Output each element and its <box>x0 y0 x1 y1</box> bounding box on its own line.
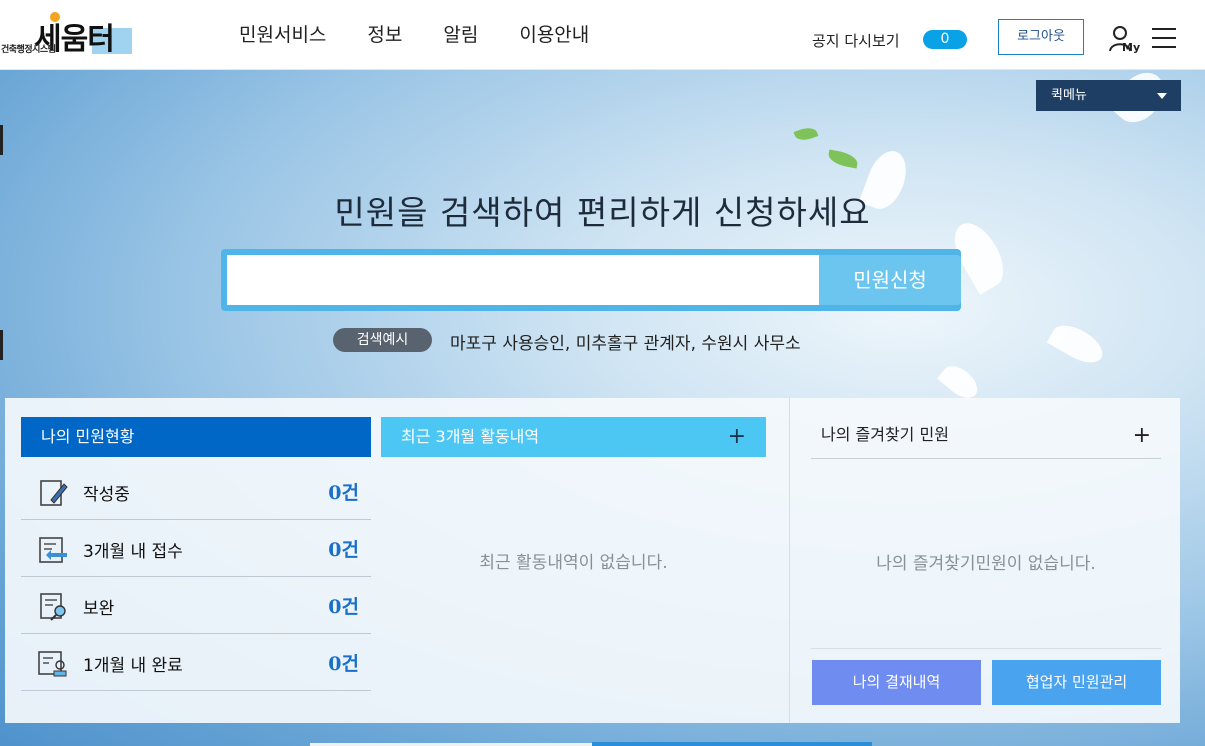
logout-button[interactable]: 로그아웃 <box>998 19 1084 55</box>
pencil-document-icon <box>40 480 68 506</box>
document-arrow-icon <box>39 537 67 563</box>
edge-marker <box>0 125 3 155</box>
status-label: 1개월 내 완료 <box>83 656 183 676</box>
logo-subtitle: 건축행정시스템 <box>1 45 56 55</box>
search-bar: 민원신청 <box>221 249 961 311</box>
favorites-title: 나의 즐겨찾기 민원 <box>821 425 949 444</box>
status-label: 3개월 내 접수 <box>83 542 183 562</box>
my-status-header: 나의 민원현황 <box>21 417 371 457</box>
recent-activity-empty: 최근 활동내역이 없습니다. <box>479 553 668 573</box>
search-example-text[interactable]: 마포구 사용승인, 미추홀구 관계자, 수원시 사무소 <box>450 329 801 354</box>
my-label: My <box>1122 41 1140 54</box>
search-input[interactable] <box>227 255 819 305</box>
nav-notice[interactable]: 알림 <box>443 20 478 47</box>
recent-activity-title: 최근 3개월 활동내역 <box>401 427 540 446</box>
quick-menu-label: 퀵메뉴 <box>1051 88 1087 103</box>
status-row-completed[interactable]: 1개월 내 완료 0건 <box>21 633 371 691</box>
favorites-empty: 나의 즐겨찾기민원이 없습니다. <box>876 554 1096 574</box>
certificate-stamp-icon <box>38 651 67 677</box>
main-nav: 민원서비스 정보 알림 이용안내 <box>239 20 589 47</box>
apply-civil-button[interactable]: 민원신청 <box>819 255 961 305</box>
nav-guide[interactable]: 이용안내 <box>519 20 589 47</box>
document-search-icon <box>40 593 66 621</box>
header: 세움터 건축행정시스템 민원서비스 정보 알림 이용안내 공지 다시보기 0 로… <box>0 0 1205 70</box>
status-count: 0건 <box>328 596 359 618</box>
notice-replay-label[interactable]: 공지 다시보기 <box>812 30 900 51</box>
status-row-received[interactable]: 3개월 내 접수 0건 <box>21 519 371 577</box>
column-divider <box>789 398 790 723</box>
search-example-tag: 검색예시 <box>333 328 432 352</box>
collaborator-management-button[interactable]: 협업자 민원관리 <box>992 660 1161 705</box>
status-label: 작성중 <box>83 485 130 505</box>
status-count: 0건 <box>328 482 359 504</box>
nav-civil-service[interactable]: 민원서비스 <box>239 20 326 47</box>
bottom-strip-active <box>592 742 872 746</box>
recent-activity-header: 최근 3개월 활동내역 + <box>381 417 766 457</box>
status-count: 0건 <box>328 539 359 561</box>
leaf-decoration <box>827 149 859 169</box>
hamburger-menu-icon[interactable] <box>1152 28 1176 48</box>
seumteo-logo[interactable]: 세움터 건축행정시스템 <box>0 12 140 58</box>
status-row-supplement[interactable]: 보완 0건 <box>21 576 371 634</box>
nav-info[interactable]: 정보 <box>367 20 402 47</box>
status-label: 보완 <box>83 599 115 619</box>
hero-headline: 민원을 검색하여 편리하게 신청하세요 <box>334 193 871 232</box>
petal-decoration <box>1046 318 1109 370</box>
quick-menu-dropdown[interactable]: 퀵메뉴 <box>1036 80 1181 111</box>
leaf-decoration <box>793 124 819 144</box>
favorites-divider <box>811 648 1161 649</box>
edge-marker <box>0 330 3 360</box>
status-row-drafting[interactable]: 작성중 0건 <box>21 462 371 520</box>
notice-count-badge[interactable]: 0 <box>923 30 967 49</box>
status-count: 0건 <box>328 653 359 675</box>
caret-down-icon <box>1157 93 1167 99</box>
my-page-icon[interactable]: My <box>1108 24 1142 54</box>
plus-icon[interactable]: + <box>1133 425 1151 447</box>
my-payment-button[interactable]: 나의 결재내역 <box>812 660 981 705</box>
plus-icon[interactable]: + <box>728 426 746 448</box>
favorites-header: 나의 즐겨찾기 민원 + <box>811 417 1161 459</box>
